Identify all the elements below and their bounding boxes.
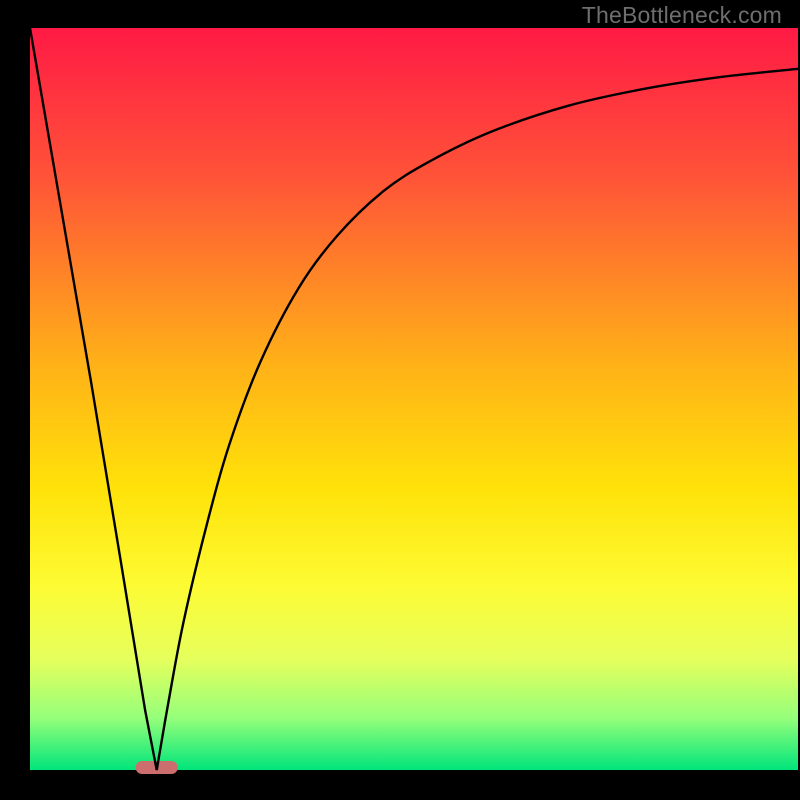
- bottleneck-chart: [0, 0, 800, 800]
- plot-background: [30, 28, 798, 770]
- chart-frame: TheBottleneck.com: [0, 0, 800, 800]
- watermark-text: TheBottleneck.com: [582, 2, 782, 29]
